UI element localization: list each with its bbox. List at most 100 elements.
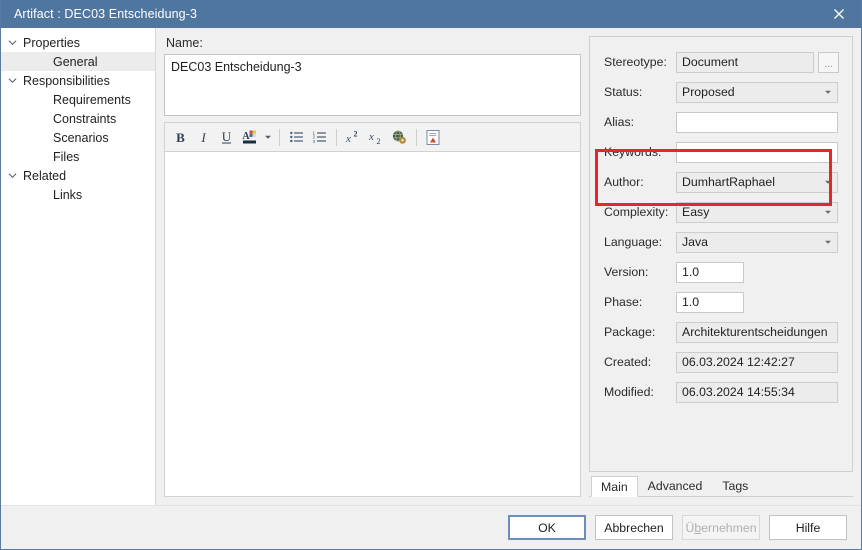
- chevron-down-icon: [8, 173, 16, 179]
- modified-input[interactable]: 06.03.2024 14:55:34: [676, 381, 838, 403]
- version-label: Version:: [604, 265, 649, 279]
- name-input[interactable]: DEC03 Entscheidung-3: [164, 54, 581, 116]
- svg-text:2: 2: [353, 130, 357, 139]
- chevron-down-icon: [824, 175, 832, 189]
- navigation-tree[interactable]: Properties General Responsibilities Require…: [1, 28, 156, 505]
- tree-item-general[interactable]: General: [1, 52, 155, 71]
- insert-document-icon: [426, 129, 440, 145]
- tab-main[interactable]: Main: [591, 476, 638, 497]
- stereotype-value: Document: [682, 55, 739, 69]
- tree-item-related[interactable]: Related: [1, 166, 155, 185]
- numbered-list-icon: 1 2 3: [312, 130, 326, 144]
- alias-input[interactable]: [676, 111, 838, 133]
- insert-document-icon-button[interactable]: [422, 125, 445, 150]
- language-value: Java: [682, 235, 708, 249]
- tree-item-text: Responsibilities: [23, 73, 110, 88]
- chevron-down-icon: [824, 235, 832, 249]
- tree-item-label: Related: [23, 169, 66, 183]
- created-input[interactable]: 06.03.2024 12:42:27: [676, 351, 838, 373]
- tab-tags[interactable]: Tags: [712, 475, 758, 496]
- stereotype-browse-button[interactable]: ...: [818, 51, 839, 73]
- svg-text:U: U: [222, 130, 232, 144]
- phase-input[interactable]: 1.0: [676, 291, 744, 313]
- tab-advanced[interactable]: Advanced: [638, 475, 713, 496]
- tree-expander-properties[interactable]: [1, 38, 23, 47]
- subscript-icon-button[interactable]: x 2: [365, 125, 388, 150]
- stereotype-input[interactable]: Document: [676, 51, 814, 73]
- svg-text:I: I: [200, 130, 206, 145]
- author-dropdown[interactable]: DumhartRaphael: [676, 171, 838, 193]
- field-row-stereotype: Stereotype: Document...: [590, 51, 852, 73]
- font-color-caret-icon-button[interactable]: [261, 125, 274, 150]
- tree-item-text: Scenarios: [53, 130, 109, 145]
- phase-label: Phase:: [604, 295, 643, 309]
- rich-text-toolbar: B I U A 1 2 3 x 2 x 2: [164, 122, 581, 151]
- font-color-icon-button[interactable]: A: [238, 125, 261, 150]
- tree-expander-responsibilities[interactable]: [1, 76, 23, 85]
- phase-value: 1.0: [682, 295, 700, 309]
- underline-icon: U: [222, 130, 232, 144]
- superscript-icon-button[interactable]: x 2: [342, 125, 365, 150]
- window-title: Artifact : DEC03 Entscheidung-3: [14, 7, 198, 21]
- field-row-modified: Modified: 06.03.2024 14:55:34: [590, 381, 852, 403]
- svg-text:2: 2: [376, 137, 380, 145]
- version-input[interactable]: 1.0: [676, 261, 744, 283]
- tree-item-responsibilities[interactable]: Responsibilities: [1, 71, 155, 90]
- tree-item-label: Properties: [23, 36, 80, 50]
- bold-icon: B: [176, 130, 185, 145]
- field-row-version: Version: 1.0: [590, 261, 852, 283]
- status-dropdown[interactable]: Proposed: [676, 81, 838, 103]
- tree-item-label: Scenarios: [1, 131, 109, 145]
- help-button[interactable]: Hilfe: [769, 515, 847, 540]
- bold-icon-button[interactable]: B: [169, 125, 192, 150]
- tree-item-label: Files: [1, 150, 79, 164]
- underline-icon-button[interactable]: U: [215, 125, 238, 150]
- created-value: 06.03.2024 12:42:27: [682, 355, 795, 369]
- toolbar-divider-3: [416, 128, 417, 146]
- status-value: Proposed: [682, 85, 735, 99]
- package-input[interactable]: Architekturentscheidungen: [676, 321, 838, 343]
- tree-item-label: General: [1, 55, 97, 69]
- close-button[interactable]: [816, 0, 861, 28]
- complexity-dropdown[interactable]: Easy: [676, 201, 838, 223]
- package-value: Architekturentscheidungen: [682, 325, 828, 339]
- tree-item-requirements[interactable]: Requirements: [1, 90, 155, 109]
- chevron-down-icon: [264, 135, 271, 139]
- field-row-keywords: Keywords:: [590, 141, 852, 163]
- svg-text:B: B: [176, 130, 185, 145]
- properties-pane: Stereotype: Document... Status: Proposed Ali…: [589, 28, 861, 505]
- bulleted-list-icon-button[interactable]: [285, 125, 308, 150]
- hyperlink-icon-button[interactable]: [388, 125, 411, 150]
- status-label: Status:: [604, 85, 643, 99]
- tree-expander-related[interactable]: [1, 171, 23, 180]
- tree-item-links[interactable]: Links: [1, 185, 155, 204]
- tree-item-text: Constraints: [53, 111, 117, 126]
- properties-top-fields: Stereotype: Document... Status: Proposed Ali…: [590, 51, 852, 313]
- italic-icon-button[interactable]: I: [192, 125, 215, 150]
- tree-item-text: Links: [53, 187, 83, 202]
- tree-item-label: Links: [1, 188, 82, 202]
- chevron-down-icon: [824, 205, 832, 219]
- ok-button[interactable]: OK: [508, 515, 586, 540]
- keywords-label: Keywords:: [604, 145, 662, 159]
- field-row-package: Package: Architekturentscheidungen: [590, 321, 852, 343]
- properties-tabs[interactable]: Main Advanced Tags: [589, 476, 853, 497]
- cancel-button[interactable]: Abbrechen: [595, 515, 673, 540]
- properties-bottom-fields: Package: Architekturentscheidungen Created…: [590, 321, 852, 417]
- tree-item-label: Responsibilities: [23, 74, 110, 88]
- description-editor[interactable]: [164, 151, 581, 497]
- keywords-input[interactable]: [676, 141, 838, 163]
- apply-button-label: Übernehmen: [685, 520, 757, 535]
- tree-item-properties[interactable]: Properties: [1, 33, 155, 52]
- toolbar-divider-2: [336, 128, 337, 146]
- language-dropdown[interactable]: Java: [676, 231, 838, 253]
- italic-icon: I: [200, 130, 206, 145]
- chevron-down-icon: [8, 78, 16, 84]
- tree-item-constraints[interactable]: Constraints: [1, 109, 155, 128]
- numbered-list-icon-button[interactable]: 1 2 3: [308, 125, 331, 150]
- complexity-value: Easy: [682, 205, 710, 219]
- tree-item-files[interactable]: Files: [1, 147, 155, 166]
- tree-item-label: Requirements: [1, 93, 131, 107]
- tree-item-scenarios[interactable]: Scenarios: [1, 128, 155, 147]
- author-value: DumhartRaphael: [682, 175, 775, 189]
